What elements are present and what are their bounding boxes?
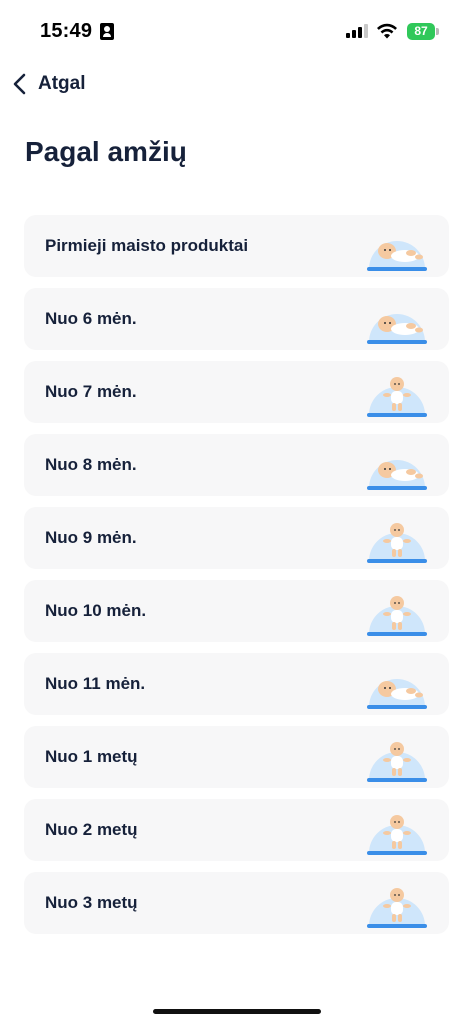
id-card-icon bbox=[100, 23, 114, 40]
baby-crawling-icon bbox=[367, 679, 427, 709]
age-group-label: Nuo 11 mėn. bbox=[45, 674, 146, 693]
age-group-label: Nuo 1 metų bbox=[45, 747, 138, 766]
wifi-icon bbox=[377, 23, 397, 39]
age-group-item[interactable]: Pirmieji maisto produktai bbox=[24, 215, 449, 277]
age-group-item[interactable]: Nuo 7 mėn. bbox=[24, 361, 449, 423]
baby-standing-icon bbox=[367, 596, 427, 636]
baby-sitting-icon bbox=[367, 377, 427, 417]
status-bar: 15:49 87 bbox=[0, 0, 473, 62]
baby-lying-icon bbox=[367, 314, 427, 344]
toddler-standing-icon bbox=[367, 815, 427, 855]
chevron-left-icon bbox=[13, 73, 26, 95]
back-label: Atgal bbox=[38, 73, 86, 94]
age-group-label: Nuo 2 metų bbox=[45, 820, 138, 839]
age-group-label: Nuo 9 mėn. bbox=[45, 528, 137, 547]
child-standing-icon bbox=[367, 888, 427, 928]
baby-crawling-icon bbox=[367, 460, 427, 490]
age-group-label: Nuo 3 metų bbox=[45, 893, 138, 912]
back-button[interactable]: Atgal bbox=[8, 66, 86, 102]
home-indicator[interactable] bbox=[153, 1009, 321, 1014]
age-group-label: Pirmieji maisto produktai bbox=[45, 236, 249, 255]
age-group-item[interactable]: Nuo 11 mėn. bbox=[24, 653, 449, 715]
age-group-item[interactable]: Nuo 3 metų bbox=[24, 872, 449, 934]
age-group-label: Nuo 7 mėn. bbox=[45, 382, 137, 401]
baby-sitting-icon bbox=[367, 523, 427, 563]
battery-level: 87 bbox=[414, 24, 428, 38]
age-group-item[interactable]: Nuo 2 metų bbox=[24, 799, 449, 861]
page-title: Pagal amžių bbox=[25, 136, 187, 167]
age-group-item[interactable]: Nuo 9 mėn. bbox=[24, 507, 449, 569]
age-group-label: Nuo 10 mėn. bbox=[45, 601, 147, 620]
age-group-item[interactable]: Nuo 6 mėn. bbox=[24, 288, 449, 350]
age-group-label: Nuo 6 mėn. bbox=[45, 309, 137, 328]
age-group-item[interactable]: Nuo 8 mėn. bbox=[24, 434, 449, 496]
status-time: 15:49 bbox=[40, 20, 93, 42]
toddler-sitting-icon bbox=[367, 742, 427, 782]
age-group-item[interactable]: Nuo 1 metų bbox=[24, 726, 449, 788]
age-group-list: Pirmieji maisto produktai Nuo 6 mėn. Nuo… bbox=[24, 215, 449, 945]
age-group-label: Nuo 8 mėn. bbox=[45, 455, 137, 474]
battery-icon: 87 bbox=[407, 23, 439, 40]
signal-icon bbox=[346, 24, 368, 38]
age-group-item[interactable]: Nuo 10 mėn. bbox=[24, 580, 449, 642]
baby-lying-icon bbox=[367, 241, 427, 271]
